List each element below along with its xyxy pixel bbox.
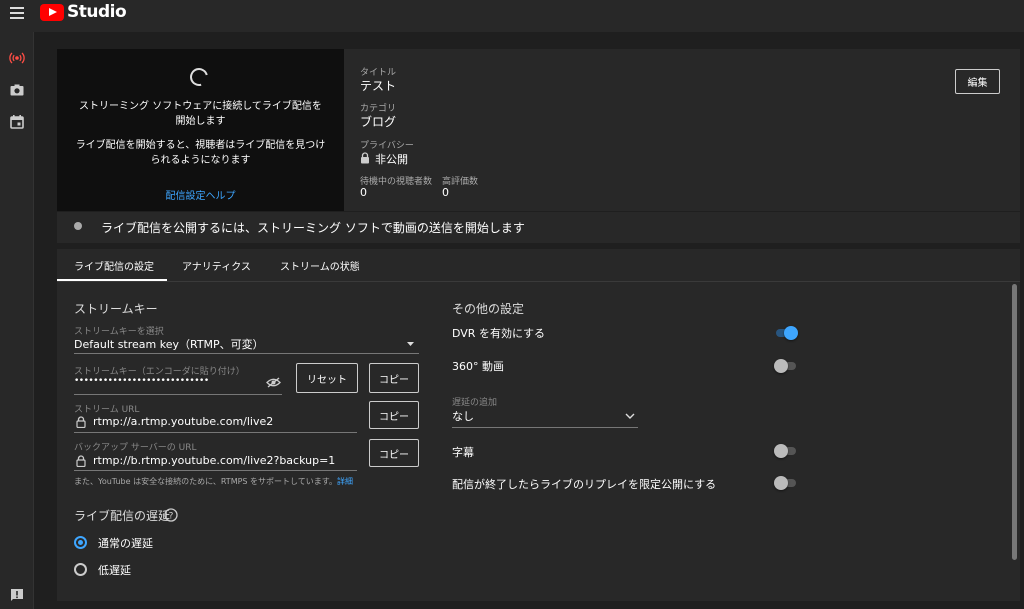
stream-settings-help-link[interactable]: 配信設定ヘルプ [166,191,236,202]
backup-url-value[interactable]: rtmp://b.rtmp.youtube.com/live2?backup=1 [93,454,335,467]
waiting-viewers-label: 待機中の視聴者数 [360,177,433,187]
category-value: ブログ [360,115,397,129]
other-settings-title: その他の設定 [452,302,525,316]
low-latency-label: 低遅延 [98,564,131,577]
delay-select-value[interactable]: なし [452,408,474,424]
dropdown-arrow-icon[interactable] [406,341,415,347]
lock-icon [76,455,86,467]
delay-select-underline [452,427,638,428]
feedback-icon[interactable] [9,587,25,603]
chevron-down-icon[interactable] [625,413,635,419]
scrollbar[interactable] [1012,284,1017,560]
copy-backup-url-button[interactable]: コピー [369,439,419,467]
stream-key-select-value[interactable]: Default stream key（RTMP、可変） [74,336,264,352]
preview-discover-message: ライブ配信を開始すると、視聴者はライブ配信を見つけられるようになります [75,140,326,166]
captions-label: 字幕 [452,446,474,459]
stream-key-section-title: ストリームキー [74,302,158,316]
stream-url-label: ストリーム URL [74,405,140,415]
title-value: テスト [360,79,397,93]
svg-text:?: ? [169,512,174,522]
rtmps-learn-more-link[interactable]: 詳細 [337,477,353,486]
reset-button[interactable]: リセット [296,363,358,393]
tab-divider [57,281,1020,282]
status-message: ライブ配信を公開するには、ストリーミング ソフトで動画の送信を開始します [101,221,525,235]
copy-url-button[interactable]: コピー [369,401,419,429]
waiting-viewers-value: 0 [360,186,367,199]
stream-key-underline [74,394,282,395]
replay-unlisted-toggle[interactable] [774,476,798,490]
studio-logo[interactable]: Studio [40,2,127,22]
left-sidebar [0,32,34,609]
low-latency-radio[interactable] [74,563,87,576]
hamburger-menu-icon[interactable] [10,7,24,19]
live-broadcast-icon[interactable] [9,50,25,66]
rtmps-note-text: また、YouTube は安全な接続のために、RTMPS をサポートしています。 [74,477,338,486]
tab-analytics[interactable]: アナリティクス [182,258,251,273]
vr360-toggle[interactable] [774,359,798,373]
copy-key-button[interactable]: コピー [369,363,419,393]
dvr-label: DVR を有効にする [452,327,546,340]
visibility-off-icon[interactable] [266,377,281,388]
rtmps-note: また、YouTube は安全な接続のために、RTMPS をサポートしています。詳… [74,476,353,487]
edit-button[interactable]: 編集 [955,69,1000,94]
status-indicator-dot [74,222,82,230]
help-icon[interactable]: ? [164,508,178,522]
vr360-label: 360° 動画 [452,360,504,373]
normal-latency-label: 通常の遅延 [98,537,153,550]
delay-label: 遅延の追加 [452,398,498,408]
top-app-bar [0,0,1024,32]
youtube-play-icon [40,3,64,21]
stream-url-value[interactable]: rtmp://a.rtmp.youtube.com/live2 [93,415,273,428]
lock-icon [361,152,369,164]
latency-section-title: ライブ配信の遅延 [74,509,171,523]
dvr-toggle[interactable] [774,326,798,340]
backup-url-label: バックアップ サーバーの URL [74,443,197,453]
lock-icon [76,416,86,428]
camera-icon[interactable] [9,82,25,98]
backup-url-underline [74,470,357,471]
logo-text: Studio [67,2,127,22]
stream-key-masked-value[interactable]: •••••••••••••••••••••••••••• [74,376,209,386]
replay-unlisted-label: 配信が終了したらライブのリプレイを限定公開にする [452,478,717,491]
tab-stream-settings[interactable]: ライブ配信の設定 [74,258,154,273]
preview-connect-message: ストリーミング ソフトウェアに接続してライブ配信を開始します [79,101,322,127]
select-underline [74,353,419,354]
tab-stream-health[interactable]: ストリームの状態 [280,258,360,273]
calendar-icon[interactable] [9,114,25,130]
normal-latency-radio[interactable] [74,536,87,549]
stream-url-underline [74,432,357,433]
privacy-label: プライバシー [360,141,414,151]
likes-value: 0 [442,186,449,199]
captions-toggle[interactable] [774,444,798,458]
privacy-value: 非公開 [375,153,408,166]
